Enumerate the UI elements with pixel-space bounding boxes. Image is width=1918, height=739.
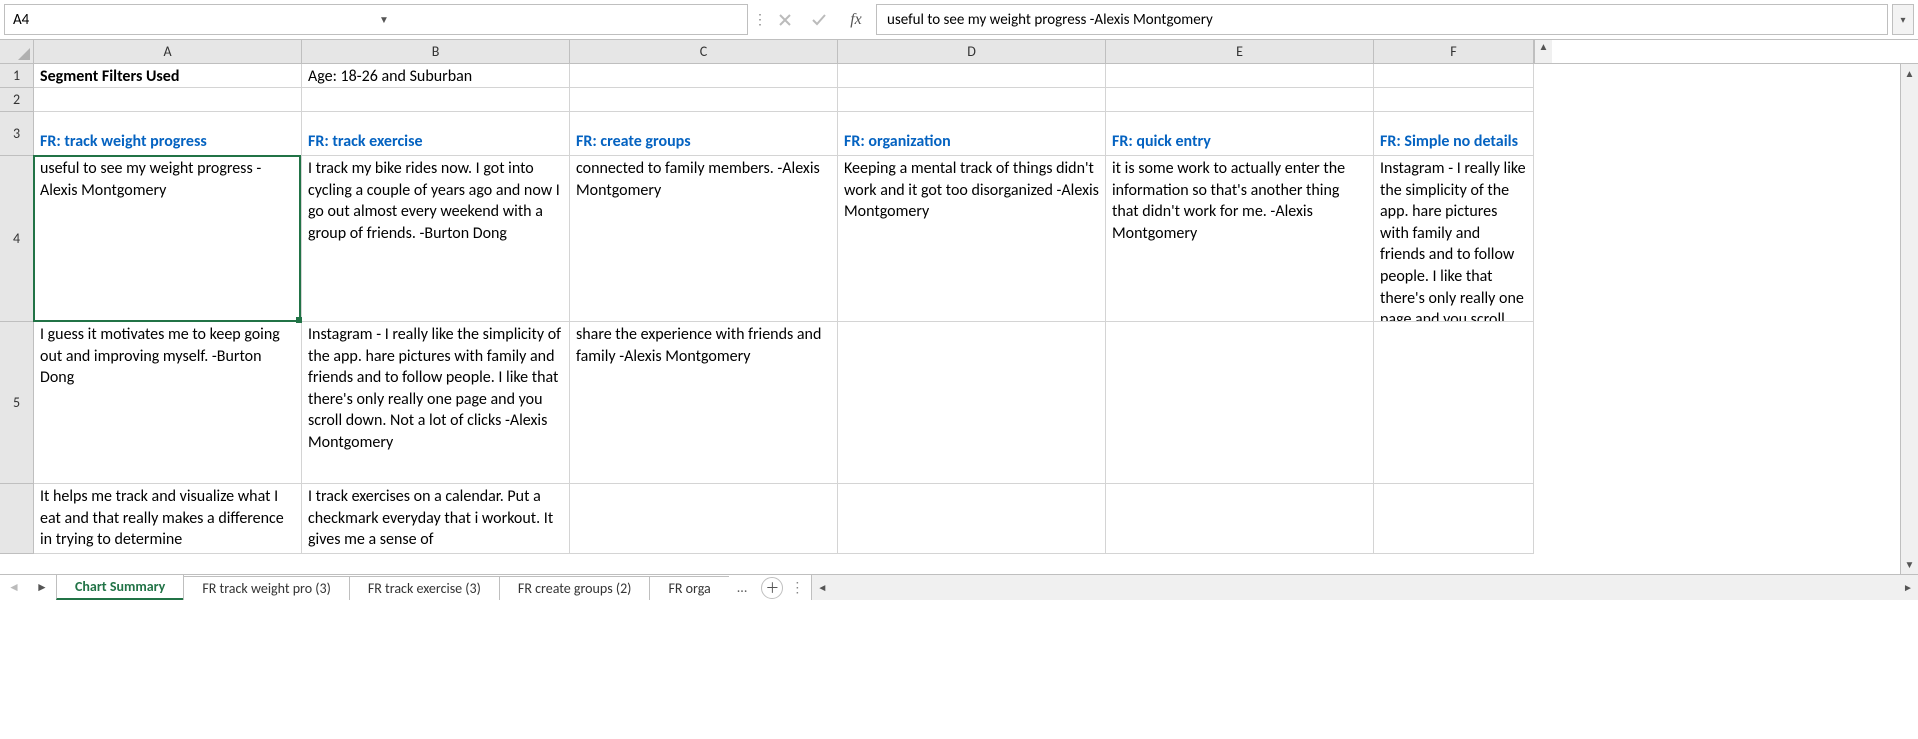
tab-divider: ⋮	[789, 575, 805, 600]
cell-F1[interactable]	[1374, 64, 1534, 88]
cell-B2[interactable]	[302, 88, 570, 112]
fx-label[interactable]: fx	[836, 0, 876, 39]
col-header-E[interactable]: E	[1106, 40, 1374, 63]
cell-C5[interactable]: share the experience with friends and fa…	[570, 322, 838, 484]
x-icon	[777, 12, 793, 28]
row-header-3[interactable]: 3	[0, 112, 34, 156]
table-row: I guess it motivates me to keep going ou…	[34, 322, 1534, 484]
cell-F4[interactable]: Instagram - I really like the simplicity…	[1374, 156, 1534, 322]
table-row: useful to see my weight progress -Alexis…	[34, 156, 1534, 322]
confirm-formula-button[interactable]	[802, 0, 836, 39]
formula-bar-divider: ⋮	[752, 0, 768, 39]
cell-F2[interactable]	[1374, 88, 1534, 112]
hscroll-right-icon[interactable]: ►	[1898, 581, 1918, 594]
cell-F3[interactable]: FR: Simple no details	[1374, 112, 1534, 156]
spreadsheet-grid: A B C D E F ▲ 1 2 3 4 5 Segment Filters …	[0, 40, 1918, 574]
cancel-formula-button[interactable]	[768, 0, 802, 39]
row-header-4[interactable]: 4	[0, 156, 34, 322]
col-header-C[interactable]: C	[570, 40, 838, 63]
col-header-B[interactable]: B	[302, 40, 570, 63]
cell-D4[interactable]: Keeping a mental track of things didn't …	[838, 156, 1106, 322]
col-header-A[interactable]: A	[34, 40, 302, 63]
cell-B1[interactable]: Age: 18-26 and Suburban	[302, 64, 570, 88]
row-header-1[interactable]: 1	[0, 64, 34, 88]
tab-fr-track-weight[interactable]: FR track weight pro (3)	[183, 576, 350, 600]
name-box-dropdown-icon[interactable]: ▼	[373, 13, 739, 26]
cell-C6[interactable]	[570, 484, 838, 554]
name-box-value: A4	[13, 11, 373, 29]
cell-A4[interactable]: useful to see my weight progress -Alexis…	[34, 156, 302, 322]
sheet-tab-bar: ◄ ► Chart Summary FR track weight pro (3…	[0, 574, 1918, 600]
cell-B5[interactable]: Instagram - I really like the simplicity…	[302, 322, 570, 484]
scroll-down-icon[interactable]: ▼	[1905, 555, 1915, 574]
tab-chart-summary[interactable]: Chart Summary	[56, 575, 184, 600]
cell-E1[interactable]	[1106, 64, 1374, 88]
table-row	[34, 88, 1534, 112]
cell-E4[interactable]: it is some work to actually enter the in…	[1106, 156, 1374, 322]
cell-F6[interactable]	[1374, 484, 1534, 554]
cell-E6[interactable]	[1106, 484, 1374, 554]
table-row: FR: track weight progress FR: track exer…	[34, 112, 1534, 156]
row-header-6[interactable]	[0, 484, 34, 554]
cell-D3[interactable]: FR: organization	[838, 112, 1106, 156]
formula-input[interactable]: useful to see my weight progress -Alexis…	[876, 4, 1888, 35]
cell-E3[interactable]: FR: quick entry	[1106, 112, 1374, 156]
cell-F5[interactable]	[1374, 322, 1534, 484]
vertical-scrollbar-top[interactable]: ▲	[1534, 40, 1552, 63]
new-sheet-button[interactable]: ＋	[761, 577, 783, 599]
formula-bar: A4 ▼ ⋮ fx useful to see my weight progre…	[0, 0, 1918, 40]
tab-nav-prev[interactable]: ◄	[0, 575, 28, 600]
cell-D2[interactable]	[838, 88, 1106, 112]
tab-fr-create-groups[interactable]: FR create groups (2)	[499, 576, 651, 600]
tab-overflow[interactable]: ...	[729, 575, 756, 600]
formula-expand-button[interactable]: ▾	[1892, 4, 1914, 35]
col-header-D[interactable]: D	[838, 40, 1106, 63]
cell-D1[interactable]	[838, 64, 1106, 88]
check-icon	[811, 12, 827, 28]
tab-fr-org[interactable]: FR orga	[649, 576, 728, 600]
cell-A1[interactable]: Segment Filters Used	[34, 64, 302, 88]
cell-D5[interactable]	[838, 322, 1106, 484]
column-headers: A B C D E F ▲	[0, 40, 1918, 64]
cell-D6[interactable]	[838, 484, 1106, 554]
cell-A6[interactable]: It helps me track and visualize what I e…	[34, 484, 302, 554]
scroll-up-icon[interactable]: ▲	[1905, 64, 1915, 83]
vertical-scrollbar[interactable]: ▲ ▼	[1900, 64, 1918, 574]
cell-B4[interactable]: I track my bike rides now. I got into cy…	[302, 156, 570, 322]
cell-B6[interactable]: I track exercises on a calendar. Put a c…	[302, 484, 570, 554]
cell-B3[interactable]: FR: track exercise	[302, 112, 570, 156]
cells-container: Segment Filters Used Age: 18-26 and Subu…	[34, 64, 1534, 554]
select-all-cell[interactable]	[0, 40, 34, 63]
tab-nav-next[interactable]: ►	[28, 575, 56, 600]
cell-C4[interactable]: connected to family members. -Alexis Mon…	[570, 156, 838, 322]
cell-E5[interactable]	[1106, 322, 1374, 484]
cell-C2[interactable]	[570, 88, 838, 112]
cell-C1[interactable]	[570, 64, 838, 88]
table-row: Segment Filters Used Age: 18-26 and Subu…	[34, 64, 1534, 88]
name-box[interactable]: A4 ▼	[4, 4, 748, 35]
row-headers: 1 2 3 4 5	[0, 64, 34, 554]
cell-C3[interactable]: FR: create groups	[570, 112, 838, 156]
sheet-tabs: Chart Summary FR track weight pro (3) FR…	[56, 575, 729, 600]
cell-A3[interactable]: FR: track weight progress	[34, 112, 302, 156]
table-row: It helps me track and visualize what I e…	[34, 484, 1534, 554]
formula-text: useful to see my weight progress -Alexis…	[887, 11, 1213, 29]
tab-fr-track-exercise[interactable]: FR track exercise (3)	[349, 576, 500, 600]
horizontal-scrollbar[interactable]: ◄ ►	[811, 575, 1918, 600]
hscroll-left-icon[interactable]: ◄	[812, 581, 832, 594]
row-header-2[interactable]: 2	[0, 88, 34, 112]
cell-A2[interactable]	[34, 88, 302, 112]
cell-E2[interactable]	[1106, 88, 1374, 112]
cell-A5[interactable]: I guess it motivates me to keep going ou…	[34, 322, 302, 484]
hscroll-track[interactable]	[832, 581, 1898, 595]
row-header-5[interactable]: 5	[0, 322, 34, 484]
col-header-F[interactable]: F	[1374, 40, 1534, 63]
